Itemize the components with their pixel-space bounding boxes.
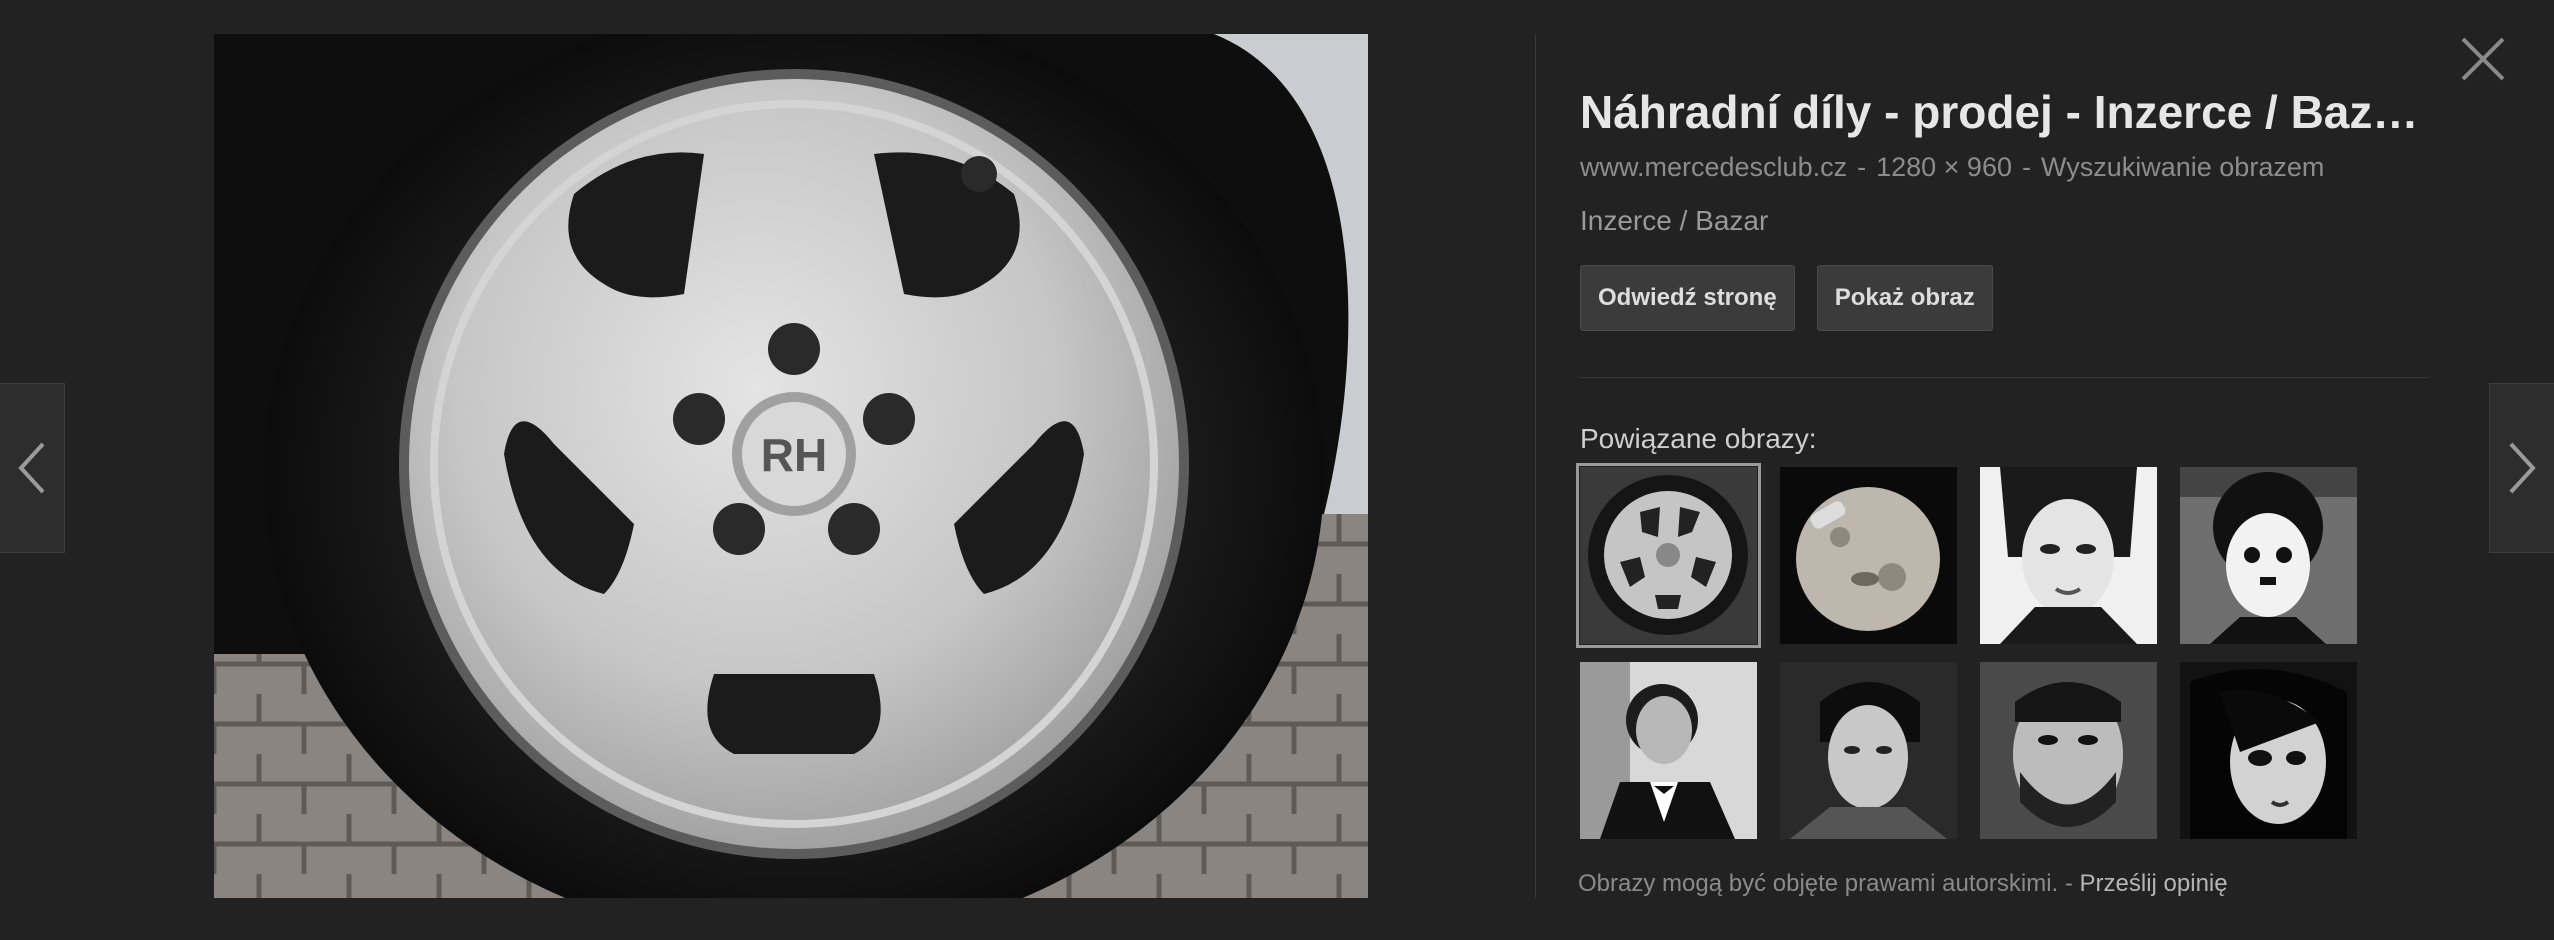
send-feedback-link[interactable]: Prześlij opinię — [2080, 870, 2228, 897]
related-thumb-bearded-man[interactable] — [1980, 662, 2157, 839]
image-subtitle: Inzerce / Bazar — [1580, 205, 1769, 236]
related-images-heading: Powiązane obrazy: — [1580, 423, 1817, 454]
related-thumb-clown-portrait[interactable] — [2180, 467, 2357, 644]
related-thumb-young-man[interactable] — [1780, 662, 1957, 839]
related-thumb-man-tuxedo[interactable] — [1580, 662, 1757, 839]
related-thumb-moon[interactable] — [1780, 467, 1957, 644]
panel-divider — [1535, 34, 1536, 898]
image-title[interactable]: Náhradní díly - prodej - Inzerce / Baz… — [1580, 80, 2430, 144]
search-by-image-link[interactable]: Wyszukiwanie obrazem — [2041, 152, 2324, 182]
section-divider — [1580, 377, 2428, 378]
copyright-notice: Obrazy mogą być objęte prawami autorskim… — [1578, 870, 2059, 897]
related-images-grid — [1576, 463, 2430, 839]
chevron-right-icon — [2509, 442, 2536, 494]
info-panel: Náhradní díly - prodej - Inzerce / Baz… … — [1576, 80, 2430, 839]
related-thumb-woman-portrait[interactable] — [1980, 467, 2157, 644]
close-button[interactable] — [2460, 36, 2506, 82]
source-domain-link[interactable]: www.mercedesclub.cz — [1580, 152, 1847, 182]
view-image-button[interactable]: Pokaż obraz — [1816, 265, 1993, 331]
chevron-left-icon — [18, 442, 45, 494]
image-dimensions: 1280 × 960 — [1876, 152, 2012, 182]
action-buttons: Odwiedź stronę Pokaż obraz — [1580, 265, 2430, 331]
close-icon — [2461, 37, 2505, 81]
footer-separator: - — [2064, 870, 2073, 897]
hub-badge: RH — [761, 429, 827, 481]
related-thumb-wheel[interactable] — [1576, 463, 1761, 648]
image-meta: www.mercedesclub.cz -1280 × 960- Wyszukiwa… — [1580, 152, 2430, 183]
next-image-button[interactable] — [2489, 383, 2554, 553]
visit-page-button[interactable]: Odwiedź stronę — [1580, 265, 1795, 331]
main-image-wheel[interactable]: RH — [214, 4, 1368, 940]
copyright-footer: Obrazy mogą być objęte prawami autorskim… — [1578, 870, 2228, 898]
previous-image-button[interactable] — [0, 383, 65, 553]
related-thumb-goth-girl[interactable] — [2180, 662, 2357, 839]
meta-separator: - — [1857, 152, 1867, 182]
meta-separator: - — [2021, 152, 2031, 182]
